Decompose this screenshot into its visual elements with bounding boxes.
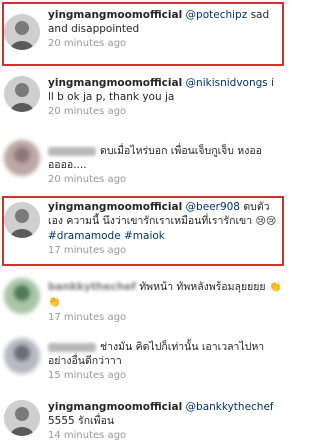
avatar[interactable]	[4, 338, 40, 374]
comment-body: yingmangmoomofficial @nikisnidvongs i ll…	[48, 76, 282, 117]
comment-text: ช่างมัน คิดไปก็เท่านั้น เอาเวลาไปหาอย่าง…	[48, 340, 282, 368]
comment-mention[interactable]: @bankkythechef	[186, 401, 274, 413]
blurred-username	[48, 146, 96, 156]
comment-text: yingmangmoomofficial @bankkythechef 5555…	[48, 400, 282, 428]
comment-mention[interactable]: @beer908	[186, 201, 240, 213]
comment-item: yingmangmoomofficial @nikisnidvongs i ll…	[0, 76, 288, 132]
comment-timestamp: 14 minutes ago	[48, 430, 127, 441]
comment-item: ช่างมัน คิดไปก็เท่านั้น เอาเวลาไปหาอย่าง…	[0, 336, 288, 390]
comment-item: yingmangmoomofficial @beer908 ดบตัวเอง ค…	[0, 200, 288, 264]
comment-message: 5555 รักเพื่อน	[48, 415, 115, 427]
comment-item: yingmangmoomofficial @potechipz sad and …	[0, 6, 288, 64]
comment-timestamp: 17 minutes ago	[48, 312, 127, 323]
comment-username[interactable]: yingmangmoomofficial	[48, 9, 182, 21]
comment-text: yingmangmoomofficial @nikisnidvongs i ll…	[48, 76, 282, 104]
blurred-username	[48, 342, 96, 352]
comment-body: ช่างมัน คิดไปก็เท่านั้น เอาเวลาไปหาอย่าง…	[48, 340, 282, 381]
blurred-avatar-icon	[4, 140, 40, 176]
hashtag-maiok[interactable]: #maiok	[124, 230, 165, 242]
comment-item: ดบเมื่อไหร่บอก เพื่อนเจ็บกูเจ็บ หงออ อออ…	[0, 136, 288, 188]
comment-timestamp: 20 minutes ago	[48, 174, 127, 185]
comment-body: yingmangmoomofficial @potechipz sad and …	[48, 8, 282, 49]
comment-mention[interactable]: @potechipz	[186, 9, 248, 21]
comment-body: bankkythechef ทัพหน้า ทัพหลังพร้อมลุยยยย…	[48, 280, 282, 323]
hashtag-dramamode[interactable]: #dramamode	[48, 230, 121, 242]
blurred-avatar-icon	[4, 278, 40, 314]
comment-text: yingmangmoomofficial @potechipz sad and …	[48, 8, 282, 36]
comment-timestamp: 20 minutes ago	[48, 38, 127, 49]
comment-username[interactable]: bankkythechef	[48, 281, 136, 293]
comment-timestamp: 15 minutes ago	[48, 370, 127, 381]
comment-timestamp: 20 minutes ago	[48, 106, 127, 117]
avatar[interactable]	[4, 140, 40, 176]
comment-body: ดบเมื่อไหร่บอก เพื่อนเจ็บกูเจ็บ หงออ อออ…	[48, 144, 282, 185]
avatar[interactable]	[4, 14, 40, 50]
comment-text: ดบเมื่อไหร่บอก เพื่อนเจ็บกูเจ็บ หงออ อออ…	[48, 144, 282, 172]
comment-text: bankkythechef ทัพหน้า ทัพหลังพร้อมลุยยยย…	[48, 280, 282, 310]
user-avatar-icon	[4, 14, 40, 50]
comment-body: yingmangmoomofficial @beer908 ดบตัวเอง ค…	[48, 200, 282, 256]
avatar[interactable]	[4, 400, 40, 436]
user-avatar-icon	[4, 202, 40, 238]
blurred-avatar-icon	[4, 338, 40, 374]
comment-timestamp: 17 minutes ago	[48, 245, 127, 256]
comment-body: yingmangmoomofficial @bankkythechef 5555…	[48, 400, 282, 441]
comment-text: yingmangmoomofficial @beer908 ดบตัวเอง ค…	[48, 200, 282, 243]
comment-username[interactable]: yingmangmoomofficial	[48, 77, 182, 89]
crying-emoji: 😢😢	[255, 216, 277, 227]
comment-mention[interactable]: @nikisnidvongs	[186, 77, 268, 89]
comment-item: yingmangmoomofficial @bankkythechef 5555…	[0, 396, 288, 446]
comment-username[interactable]: yingmangmoomofficial	[48, 201, 182, 213]
comment-item: bankkythechef ทัพหน้า ทัพหลังพร้อมลุยยยย…	[0, 276, 288, 324]
avatar[interactable]	[4, 278, 40, 314]
avatar[interactable]	[4, 76, 40, 112]
user-avatar-icon	[4, 400, 40, 436]
comment-message: ทัพหน้า ทัพหลังพร้อมลุยยยย	[139, 281, 266, 293]
avatar[interactable]	[4, 202, 40, 238]
comment-username[interactable]: yingmangmoomofficial	[48, 401, 182, 413]
user-avatar-icon	[4, 76, 40, 112]
